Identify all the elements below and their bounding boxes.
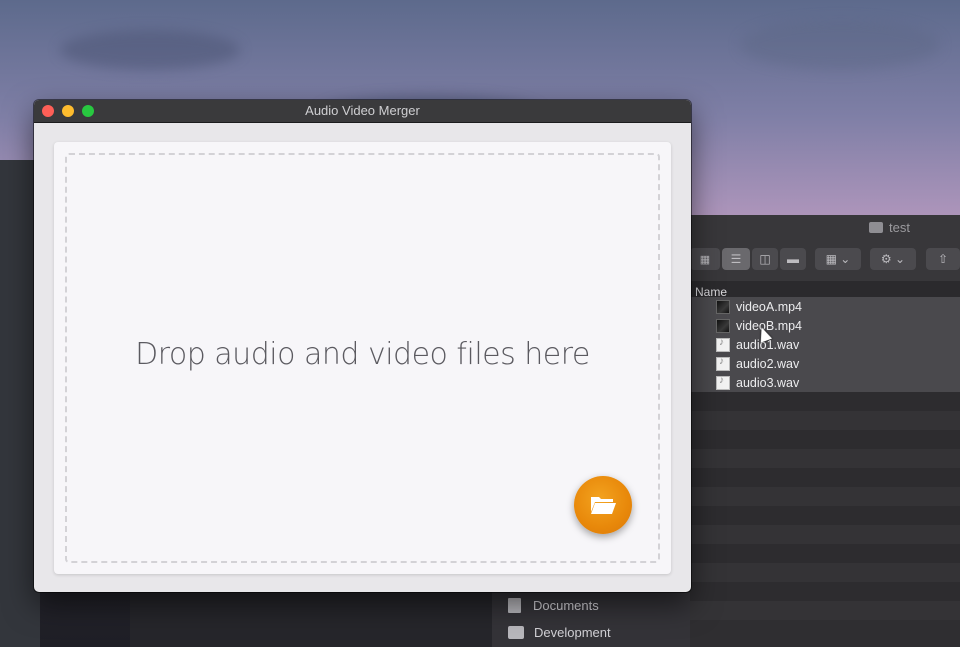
share-button[interactable]: ⇧ [926,248,960,270]
grid-icon: ▦ [699,253,711,266]
empty-row [690,468,960,487]
document-icon [508,598,521,613]
empty-row [690,487,960,506]
file-row-videoB[interactable]: videoB.mp4 [690,316,960,335]
columns-icon: ◫ [759,252,771,266]
file-name: videoA.mp4 [736,299,803,314]
window-title: Audio Video Merger [305,103,420,118]
drop-zone[interactable]: Drop audio and video files here [65,153,660,563]
file-name: audio3.wav [736,375,800,390]
empty-row [690,392,960,411]
empty-row [690,449,960,468]
finder-window: test ▦ ☰ ◫ ▬ ▦ ⌄ ⚙ ⌄ ⇧ Name videoA.mp4 v… [690,215,960,647]
file-row-audio1[interactable]: audio1.wav [690,335,960,354]
empty-row [690,563,960,582]
action-button[interactable]: ⚙ ⌄ [870,248,916,270]
folder-icon [508,626,524,639]
file-row-videoA[interactable]: videoA.mp4 [690,297,960,316]
video-file-icon [716,299,730,314]
audio-file-icon [716,356,730,371]
app-window: Audio Video Merger Drop audio and video … [34,100,691,592]
empty-row [690,411,960,430]
empty-row [690,582,960,601]
sidebar-item-documents[interactable]: Documents [492,592,690,619]
empty-row [690,430,960,449]
file-list: videoA.mp4 videoB.mp4 audio1.wav audio2.… [690,297,960,620]
file-row-audio2[interactable]: audio2.wav [690,354,960,373]
window-titlebar[interactable]: Audio Video Merger [34,100,691,123]
empty-row [690,544,960,563]
gallery-icon: ▬ [787,252,799,266]
audio-file-icon [716,337,730,352]
gear-icon: ⚙ ⌄ [880,252,906,266]
list-icon: ☰ [730,252,742,266]
group-grid-icon: ▦ ⌄ [825,252,851,266]
open-files-button[interactable] [574,476,632,534]
file-name: audio2.wav [736,356,800,371]
empty-row [690,601,960,620]
drop-prompt: Drop audio and video files here [135,336,590,372]
file-row-audio3[interactable]: audio3.wav [690,373,960,392]
empty-row [690,506,960,525]
video-file-icon [716,318,730,333]
sidebar-item-label: Development [534,625,611,640]
icon-view-button[interactable]: ▦ [690,248,720,270]
list-view-button[interactable]: ☰ [722,248,750,270]
empty-row [690,525,960,544]
audio-file-icon [716,375,730,390]
finder-toolbar: ▦ ☰ ◫ ▬ ▦ ⌄ ⚙ ⌄ ⇧ [690,239,960,282]
folder-icon [869,221,884,233]
finder-title: test [889,219,910,235]
finder-sidebar: Documents Development [492,592,690,647]
gallery-view-button[interactable]: ▬ [780,248,806,270]
group-button[interactable]: ▦ ⌄ [815,248,861,270]
share-icon: ⇧ [937,252,949,266]
sidebar-item-label: Documents [533,598,599,613]
content-card: Drop audio and video files here [54,142,671,574]
folder-open-icon [591,497,616,514]
finder-titlebar: test [690,215,960,239]
sidebar-item-development[interactable]: Development [492,619,690,646]
column-view-button[interactable]: ◫ [752,248,778,270]
